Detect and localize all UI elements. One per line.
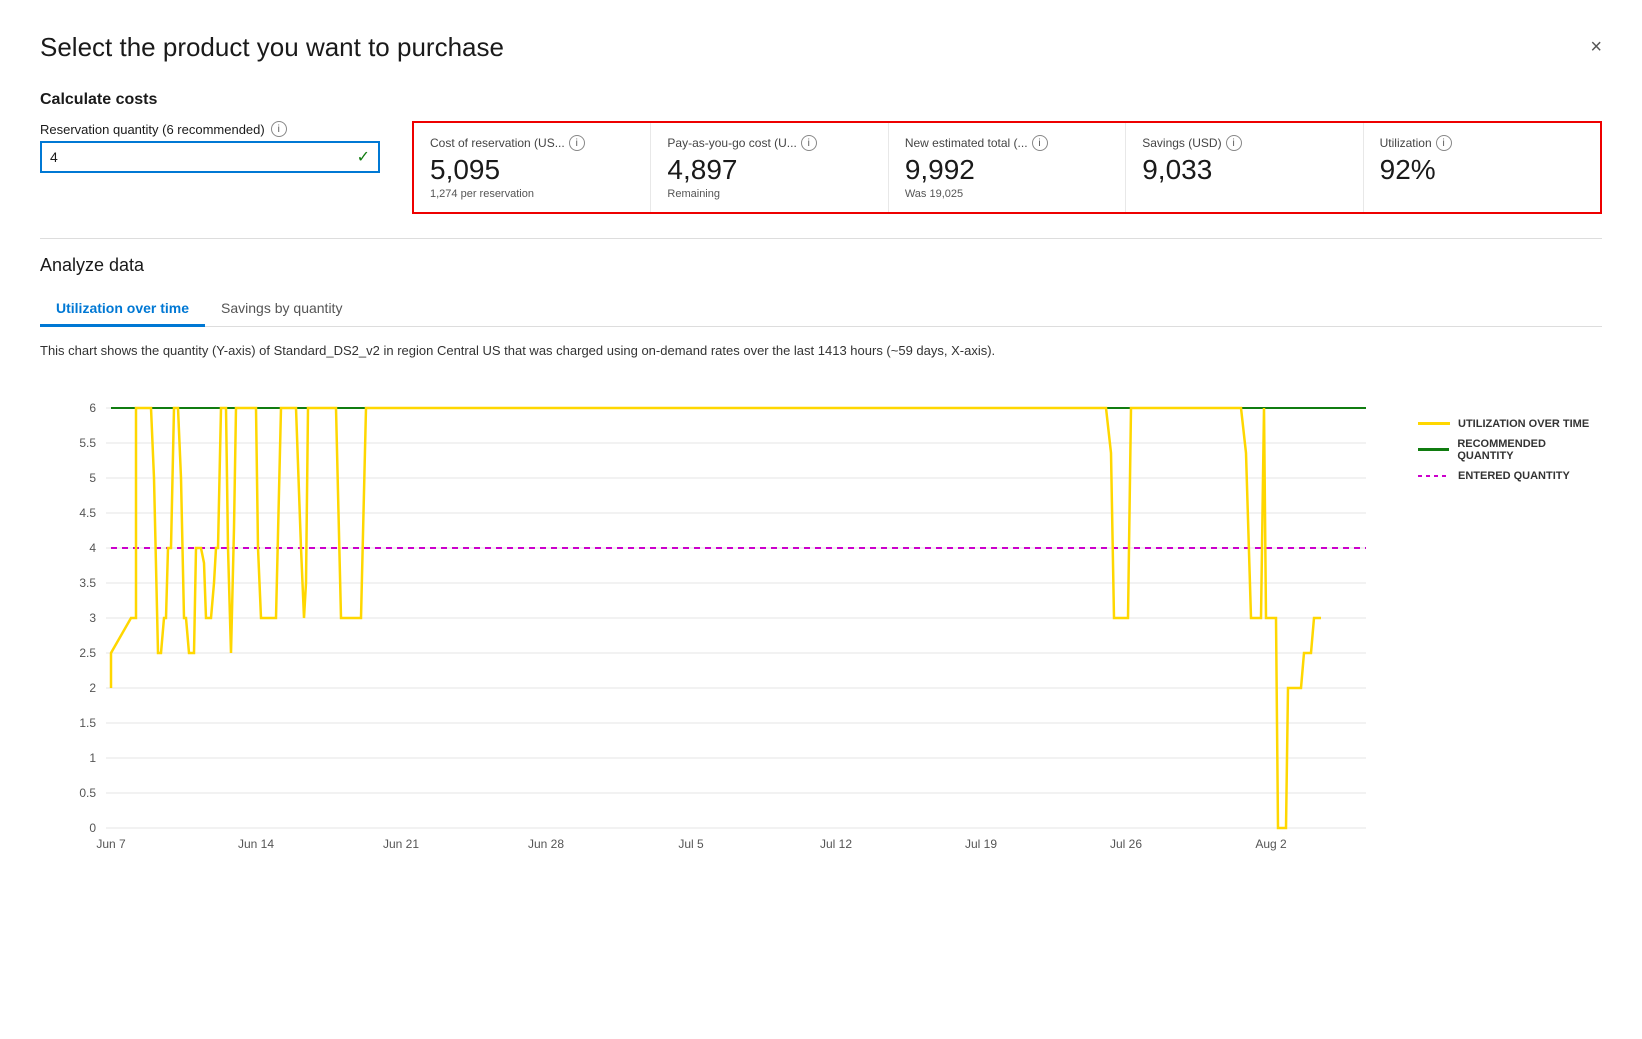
- page-title: Select the product you want to purchase: [40, 32, 504, 63]
- svg-text:Jul 12: Jul 12: [820, 837, 852, 851]
- svg-text:1: 1: [89, 751, 96, 765]
- legend-line: [1418, 475, 1450, 477]
- calculate-content: Reservation quantity (6 recommended) i ✓…: [40, 121, 1602, 214]
- svg-text:5: 5: [89, 471, 96, 485]
- legend-line: [1418, 448, 1449, 451]
- chart-legend: UTILIZATION OVER TIME RECOMMENDED QUANTIT…: [1402, 378, 1602, 863]
- legend-line: [1418, 422, 1450, 425]
- metric-sub-cost_reservation: 1,274 per reservation: [430, 188, 634, 200]
- svg-text:Jul 19: Jul 19: [965, 837, 997, 851]
- metric-header-new_estimated: New estimated total (... i: [905, 135, 1109, 151]
- metric-info-icon-utilization[interactable]: i: [1436, 135, 1452, 151]
- svg-text:2: 2: [89, 681, 96, 695]
- metric-header-savings: Savings (USD) i: [1142, 135, 1346, 151]
- qty-info-icon[interactable]: i: [271, 121, 287, 137]
- svg-text:Jun 21: Jun 21: [383, 837, 419, 851]
- calculate-title: Calculate costs: [40, 91, 1602, 109]
- svg-text:Aug 2: Aug 2: [1255, 837, 1287, 851]
- analyze-title: Analyze data: [40, 255, 1602, 276]
- page-header: Select the product you want to purchase …: [40, 32, 1602, 63]
- metrics-box: Cost of reservation (US... i 5,095 1,274…: [412, 121, 1602, 214]
- legend-item: ENTERED QUANTITY: [1418, 470, 1602, 482]
- svg-text:1.5: 1.5: [79, 716, 96, 730]
- chart-container: 6 5.5 5 4.5 4 3.5 3 2.5: [40, 378, 1402, 863]
- chart-area: 6 5.5 5 4.5 4 3.5 3 2.5: [40, 378, 1602, 863]
- tab-savings[interactable]: Savings by quantity: [205, 292, 358, 327]
- legend-label: UTILIZATION OVER TIME: [1458, 418, 1589, 430]
- calculate-section: Calculate costs Reservation quantity (6 …: [40, 91, 1602, 214]
- metric-value-savings: 9,033: [1142, 155, 1346, 186]
- svg-text:2.5: 2.5: [79, 646, 96, 660]
- tabs: Utilization over time Savings by quantit…: [40, 292, 1602, 327]
- svg-text:0: 0: [89, 821, 96, 835]
- metric-header-cost_reservation: Cost of reservation (US... i: [430, 135, 634, 151]
- legend-label: RECOMMENDED QUANTITY: [1457, 438, 1602, 462]
- metric-cost_reservation: Cost of reservation (US... i 5,095 1,274…: [414, 123, 651, 212]
- svg-text:4: 4: [89, 541, 96, 555]
- svg-text:3.5: 3.5: [79, 576, 96, 590]
- metric-value-cost_reservation: 5,095: [430, 155, 634, 186]
- svg-text:6: 6: [89, 401, 96, 415]
- metric-info-icon-new_estimated[interactable]: i: [1032, 135, 1048, 151]
- legend-item: RECOMMENDED QUANTITY: [1418, 438, 1602, 462]
- metric-savings: Savings (USD) i 9,033: [1126, 123, 1363, 212]
- check-icon: ✓: [357, 147, 370, 167]
- qty-input-wrapper: ✓: [40, 141, 380, 173]
- divider: [40, 238, 1602, 239]
- analyze-section: Analyze data Utilization over time Savin…: [40, 255, 1602, 863]
- metric-value-utilization: 92%: [1380, 155, 1584, 186]
- qty-input[interactable]: [50, 149, 349, 165]
- metric-payg_cost: Pay-as-you-go cost (U... i 4,897 Remaini…: [651, 123, 888, 212]
- metric-sub-payg_cost: Remaining: [667, 188, 871, 200]
- legend-label: ENTERED QUANTITY: [1458, 470, 1570, 482]
- svg-text:Jun 7: Jun 7: [96, 837, 126, 851]
- metric-info-icon-cost_reservation[interactable]: i: [569, 135, 585, 151]
- utilization-chart: 6 5.5 5 4.5 4 3.5 3 2.5: [40, 378, 1402, 858]
- metric-utilization: Utilization i 92%: [1364, 123, 1600, 212]
- svg-text:Jun 14: Jun 14: [238, 837, 274, 851]
- metric-value-payg_cost: 4,897: [667, 155, 871, 186]
- metric-value-new_estimated: 9,992: [905, 155, 1109, 186]
- metric-header-payg_cost: Pay-as-you-go cost (U... i: [667, 135, 871, 151]
- svg-text:Jul 26: Jul 26: [1110, 837, 1142, 851]
- tab-utilization[interactable]: Utilization over time: [40, 292, 205, 327]
- metric-info-icon-savings[interactable]: i: [1226, 135, 1242, 151]
- metric-sub-new_estimated: Was 19,025: [905, 188, 1109, 200]
- chart-description: This chart shows the quantity (Y-axis) o…: [40, 343, 1602, 358]
- x-axis: Jun 7 Jun 14 Jun 21 Jun 28 Jul 5 Jul 12 …: [96, 837, 1287, 851]
- qty-label: Reservation quantity (6 recommended) i: [40, 121, 380, 137]
- svg-text:Jun 28: Jun 28: [528, 837, 564, 851]
- metric-info-icon-payg_cost[interactable]: i: [801, 135, 817, 151]
- legend-item: UTILIZATION OVER TIME: [1418, 418, 1602, 430]
- close-button[interactable]: ×: [1590, 36, 1602, 59]
- svg-text:3: 3: [89, 611, 96, 625]
- metric-new_estimated: New estimated total (... i 9,992 Was 19,…: [889, 123, 1126, 212]
- svg-text:Jul 5: Jul 5: [678, 837, 704, 851]
- qty-input-group: Reservation quantity (6 recommended) i ✓: [40, 121, 380, 173]
- svg-text:0.5: 0.5: [79, 786, 96, 800]
- svg-text:5.5: 5.5: [79, 436, 96, 450]
- svg-text:4.5: 4.5: [79, 506, 96, 520]
- metric-header-utilization: Utilization i: [1380, 135, 1584, 151]
